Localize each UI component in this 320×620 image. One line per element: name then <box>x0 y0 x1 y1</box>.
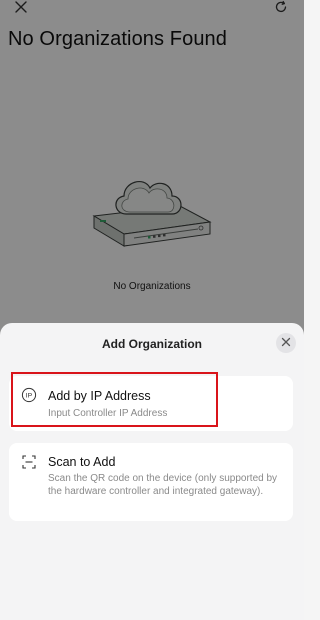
close-icon <box>281 334 291 352</box>
option-description: Scan the QR code on the device (only sup… <box>48 473 278 497</box>
svg-text:IP: IP <box>26 393 33 400</box>
option-title: Add by IP Address <box>48 389 151 403</box>
option-title: Scan to Add <box>48 455 116 469</box>
add-by-ip-option[interactable]: IP Add by IP Address Input Controller IP… <box>9 376 293 431</box>
ip-icon: IP <box>21 387 37 403</box>
scan-icon <box>21 454 37 470</box>
option-description: Input Controller IP Address <box>48 408 168 419</box>
scan-to-add-option[interactable]: Scan to Add Scan the QR code on the devi… <box>9 443 293 521</box>
add-organization-sheet: Add Organization IP Add by IP Address In… <box>0 323 304 620</box>
sheet-close-button[interactable] <box>276 333 296 353</box>
sheet-title: Add Organization <box>102 337 202 351</box>
